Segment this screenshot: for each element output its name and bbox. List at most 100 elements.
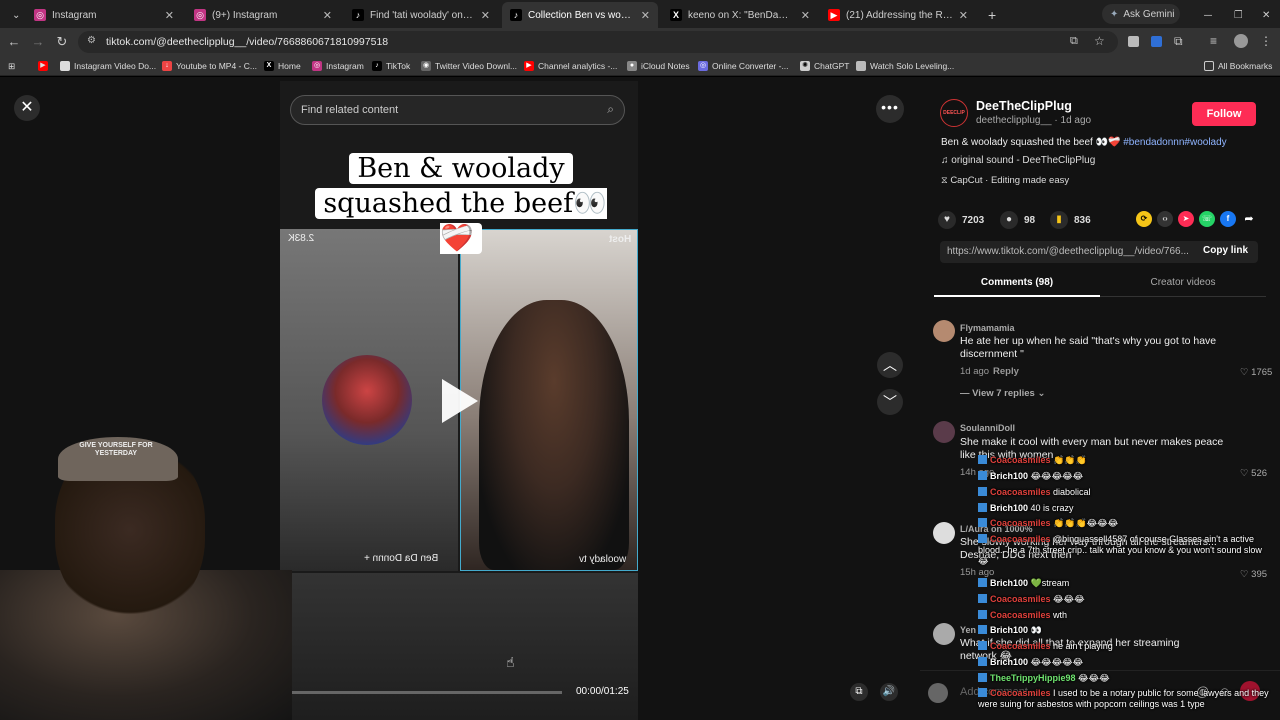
sound-row[interactable]: ♫ original sound - DeeTheClipPlug — [941, 155, 1095, 166]
comment-like[interactable]: ♡ 1765 — [1240, 367, 1272, 378]
avatar[interactable] — [933, 421, 955, 443]
capcut-row[interactable]: ⧖ CapCut · Editing made easy — [941, 175, 1069, 186]
close-icon[interactable]: ✕ — [165, 9, 174, 22]
facebook-icon[interactable]: f — [1220, 211, 1236, 227]
comment-username[interactable]: SoulanniDoll — [960, 423, 1015, 433]
browser-tab[interactable]: ◎ (9+) Instagram ✕ — [186, 2, 340, 28]
find-related-search[interactable]: Find related content ⌕ — [290, 95, 625, 125]
tab-search-button[interactable]: ⌄ — [4, 2, 24, 28]
maximize-button[interactable]: ❐ — [1226, 2, 1242, 28]
like-button[interactable]: ♥ 7203 — [938, 211, 984, 229]
comment-time: 15h ago — [960, 567, 995, 578]
comment-username[interactable]: Yen — [960, 625, 976, 635]
browser-tab[interactable]: X keeno on X: "BenDaDonnn spe✕ — [662, 2, 818, 28]
forward-button[interactable]: → — [30, 34, 46, 50]
browser-tab[interactable]: ▶ (21) Addressing the Rumors...✕ — [820, 2, 976, 28]
bookmark-item[interactable]: Watch Solo Leveling... — [856, 59, 954, 73]
back-button[interactable]: ← — [6, 34, 22, 50]
bookmark-item[interactable]: ↓ Youtube to MP4 - C... — [162, 59, 257, 73]
avatar[interactable] — [933, 623, 955, 645]
reply-button[interactable]: Reply — [993, 366, 1019, 377]
search-input[interactable]: Find related content — [301, 104, 398, 116]
bookmark-item[interactable]: ✺ ChatGPT — [800, 59, 849, 73]
volume-icon[interactable]: 🔊 — [880, 683, 898, 701]
minimize-button[interactable]: — — [1196, 2, 1212, 28]
next-video-button[interactable]: ﹀ — [877, 389, 903, 415]
close-icon[interactable]: ✕ — [801, 9, 810, 22]
browser-tab[interactable]: ♪ Find 'tati woolady' on TikTok | T✕ — [344, 2, 498, 28]
close-video-button[interactable]: ✕ — [14, 95, 40, 121]
profile-avatar[interactable] — [1234, 34, 1248, 48]
view-replies-button[interactable]: — View 7 replies ⌄ — [960, 388, 1045, 399]
hashtags[interactable]: #bendadonnn#woolady — [1123, 137, 1226, 148]
extensions-puzzle-icon[interactable]: ⧉ — [1174, 34, 1183, 49]
follow-button[interactable]: Follow — [1192, 102, 1256, 126]
more-options-button[interactable]: ••• — [876, 95, 904, 123]
stream-chat-line: Brich100 👀 — [978, 625, 1042, 636]
avatar[interactable] — [933, 522, 955, 544]
close-icon[interactable]: ✕ — [481, 9, 490, 22]
browser-tab[interactable]: ◎ Instagram ✕ — [26, 2, 182, 28]
browser-menu-icon[interactable]: ⋮ — [1260, 34, 1272, 48]
bookmark-item[interactable]: ◎ Online Converter -... — [698, 59, 789, 73]
instagram-icon: ◎ — [312, 61, 322, 71]
embed-icon[interactable]: ‹› — [1157, 211, 1173, 227]
play-icon[interactable] — [442, 379, 478, 423]
post-link[interactable]: https://www.tiktok.com/@deetheclipplug__… — [947, 246, 1189, 257]
close-icon[interactable]: ✕ — [323, 9, 332, 22]
bookmark-item[interactable]: ◉ Twitter Video Downl... — [421, 59, 517, 73]
comment-like[interactable]: ♡ 526 — [1240, 468, 1267, 479]
tab-comments[interactable]: Comments (98) — [934, 273, 1100, 297]
copy-link-button[interactable]: Copy link — [1203, 245, 1248, 256]
comment-like[interactable]: ♡ 395 — [1240, 569, 1267, 580]
video-progress-bar[interactable] — [292, 691, 562, 694]
chat-badge-icon — [978, 503, 987, 512]
bookmark-item[interactable]: ▶ — [38, 59, 52, 73]
window-close-button[interactable]: ✕ — [1254, 2, 1270, 28]
extension-icon[interactable] — [1151, 36, 1162, 47]
repost-icon[interactable]: ⟳ — [1136, 211, 1152, 227]
whatsapp-icon[interactable]: ☏ — [1199, 211, 1215, 227]
share-arrow-icon[interactable]: ➦ — [1241, 211, 1257, 227]
ask-gemini-button[interactable]: ✦ Ask Gemini — [1102, 4, 1180, 24]
install-app-icon[interactable]: ⧉ — [1070, 35, 1078, 48]
send-icon[interactable]: ➤ — [1178, 211, 1194, 227]
all-bookmarks[interactable]: All Bookmarks — [1204, 59, 1272, 73]
chat-username: Coacoasmiles — [990, 534, 1054, 544]
search-icon[interactable]: ⌕ — [607, 102, 614, 117]
bookmark-icon: ▮ — [1050, 211, 1068, 229]
stream-chat-line: TheeTrippyHippie98 😂😂😂 — [978, 673, 1110, 684]
save-button[interactable]: ▮ 836 — [1050, 211, 1091, 229]
chat-message: 😂😂😂😂😂 — [1030, 471, 1084, 481]
site-info-icon[interactable]: ⚙ — [87, 35, 96, 46]
close-icon[interactable]: ✕ — [959, 9, 968, 22]
url-text[interactable]: tiktok.com/@deetheclipplug__/video/76688… — [106, 36, 388, 48]
extension-icon[interactable] — [1128, 36, 1139, 47]
previous-video-button[interactable]: ︿ — [877, 352, 903, 378]
bookmark-item[interactable]: ● iCloud Notes — [627, 59, 690, 73]
bookmark-item[interactable]: X Home — [264, 59, 301, 73]
comment-username[interactable]: Flymamamia — [960, 323, 1015, 333]
browser-tab-active[interactable]: ♪ Collection Ben vs woolady crea✕ — [502, 2, 658, 28]
reload-button[interactable]: ↻ — [54, 34, 70, 50]
bookmark-star-icon[interactable]: ☆ — [1094, 34, 1105, 48]
picture-in-picture-icon[interactable]: ⧉ — [850, 683, 868, 701]
bookmark-item[interactable]: ♪ TikTok — [372, 59, 410, 73]
bookmark-item[interactable]: ▶ Channel analytics -... — [524, 59, 617, 73]
new-tab-button[interactable]: + — [980, 2, 1000, 28]
chat-username: Coacoasmiles — [990, 688, 1054, 698]
chat-message: 😂😂😂😂😂 — [1030, 657, 1084, 667]
chevron-up-icon: ︿ — [883, 357, 897, 373]
comment-button[interactable]: ● 98 — [1000, 211, 1035, 229]
tab-creator-videos[interactable]: Creator videos — [1100, 273, 1266, 297]
bookmark-item[interactable]: Instagram Video Do... — [60, 59, 156, 73]
creator-name[interactable]: DeeTheClipPlug — [976, 99, 1072, 113]
media-controls-icon[interactable]: ≡ — [1210, 34, 1217, 48]
apps-grid-icon[interactable]: ⊞ — [8, 59, 15, 73]
bookmark-item[interactable]: ◎ Instagram — [312, 59, 364, 73]
avatar[interactable] — [933, 320, 955, 342]
video-player[interactable]: 2.83K Ben Da Donnn + Host woolady tv Fin… — [280, 81, 638, 720]
creator-avatar[interactable]: DEECLIP — [940, 99, 968, 127]
address-bar[interactable]: ⚙ tiktok.com/@deetheclipplug__/video/766… — [78, 31, 1118, 53]
close-icon[interactable]: ✕ — [641, 9, 650, 22]
